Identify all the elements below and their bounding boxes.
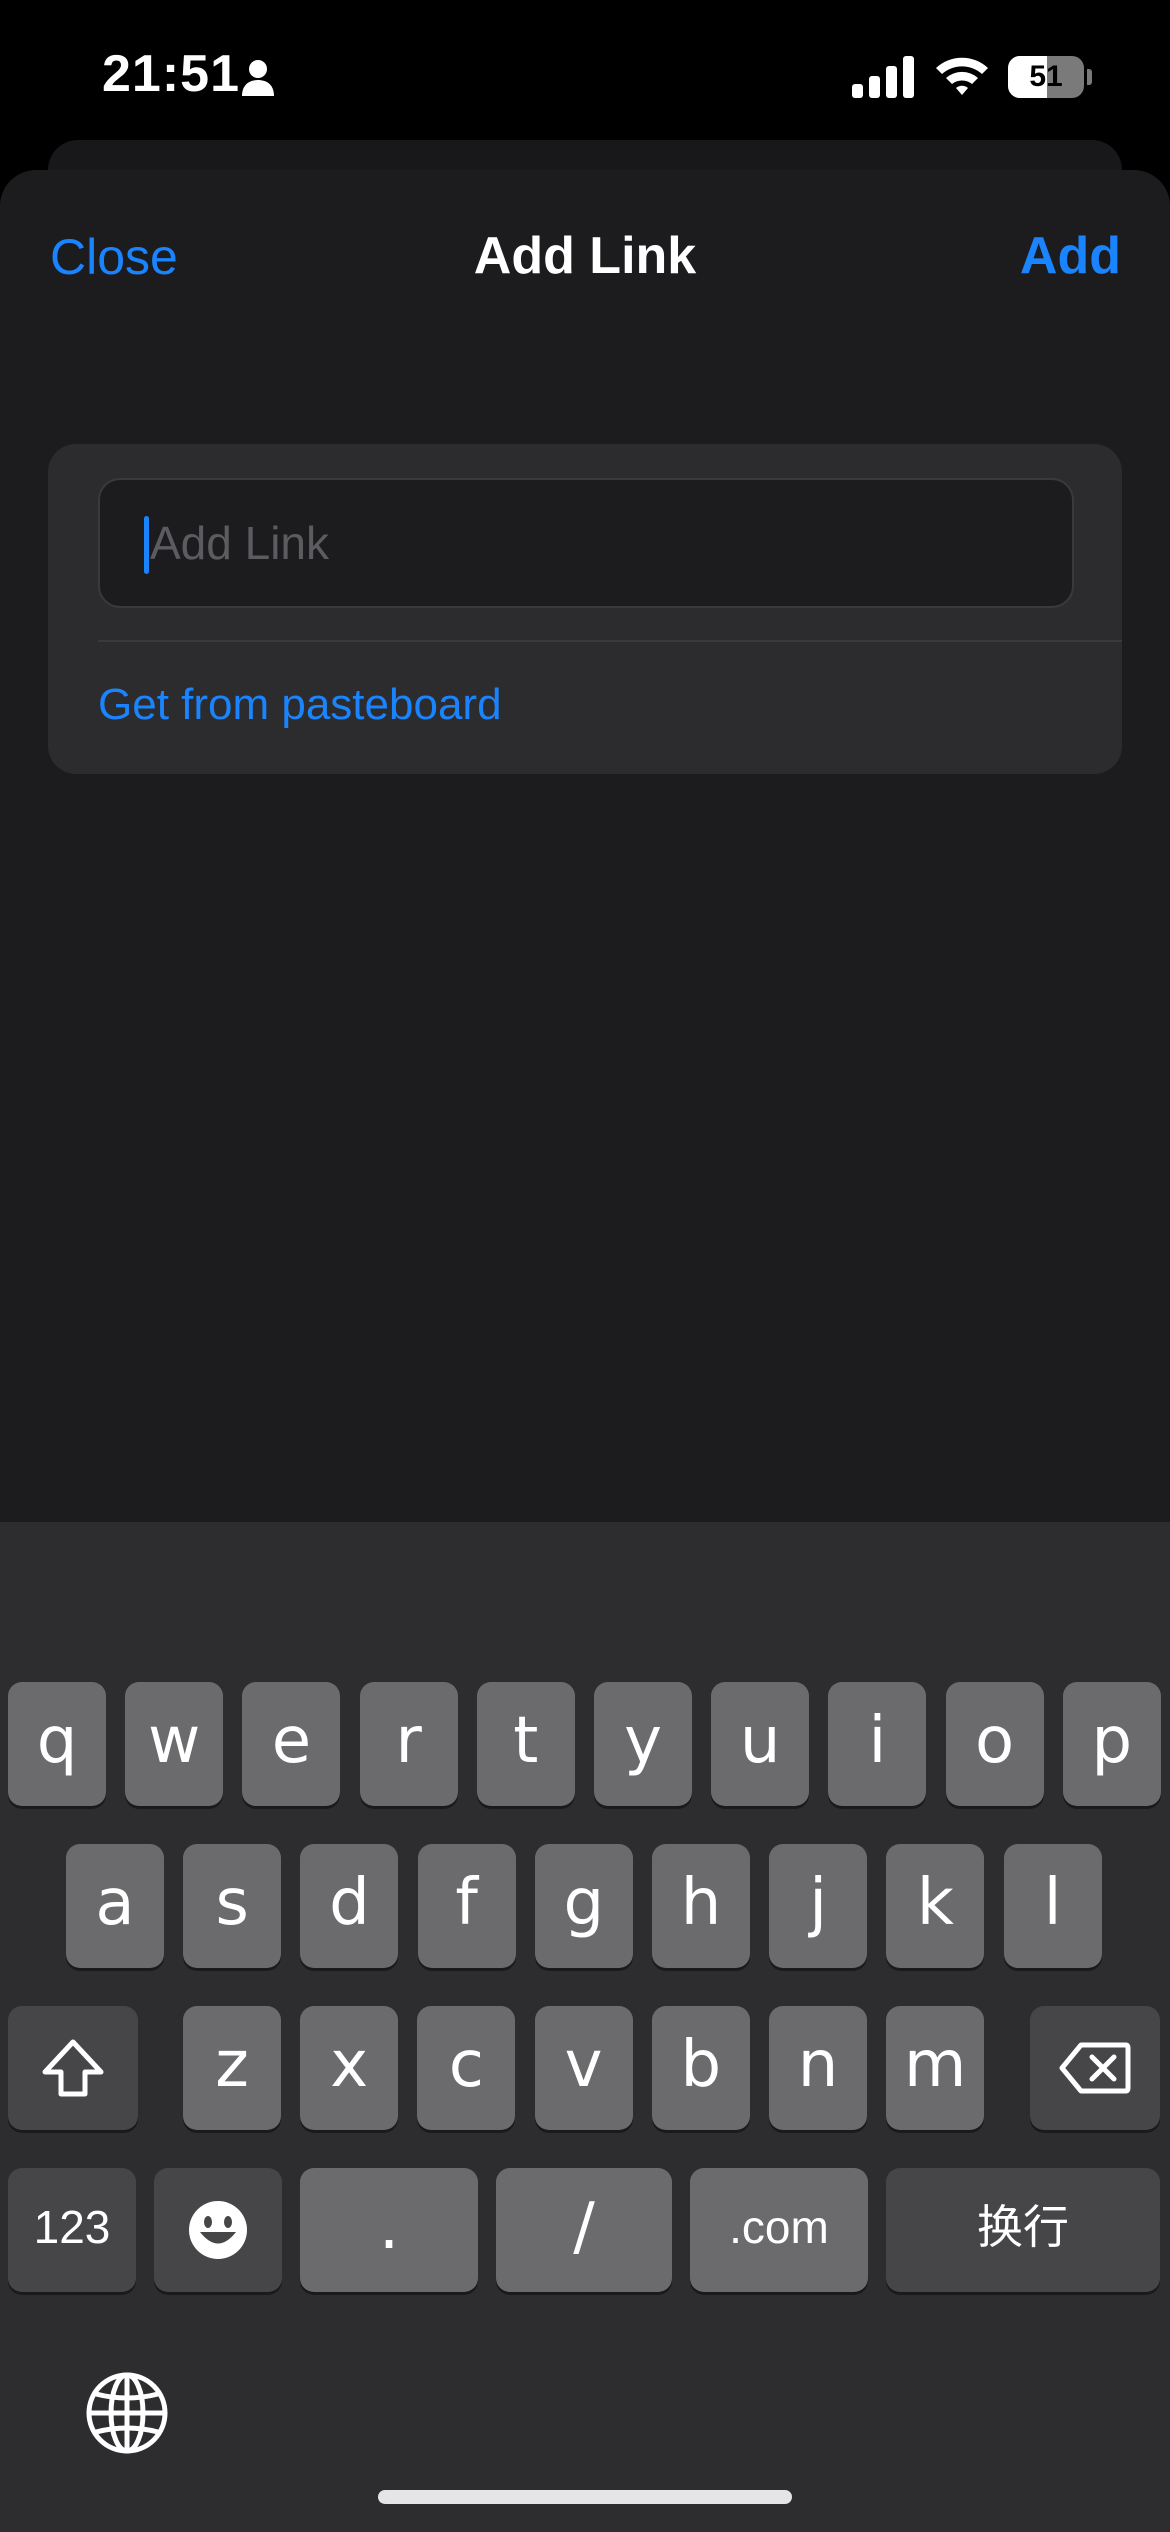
key-label: n [797, 2028, 839, 2102]
key-label: l [1043, 1866, 1062, 1940]
key-k[interactable]: k [886, 1844, 985, 1968]
delete-icon [1059, 2042, 1131, 2094]
key-label: y [624, 1704, 662, 1778]
key-label: f [455, 1866, 478, 1940]
key-q[interactable]: q [8, 1682, 106, 1806]
key-g[interactable]: g [534, 1844, 633, 1968]
key-w[interactable]: w [125, 1682, 224, 1806]
numbers-key[interactable]: 123 [8, 2168, 136, 2292]
wifi-icon [936, 57, 988, 95]
key-u[interactable]: u [711, 1682, 810, 1806]
key-c[interactable]: c [417, 2006, 516, 2130]
return-key-label: 换行 [977, 2200, 1069, 2254]
key-label: m [904, 2028, 967, 2102]
emoji-icon [189, 2201, 247, 2259]
key-b[interactable]: b [651, 2006, 750, 2130]
key-label: u [739, 1704, 781, 1778]
key-label: e [271, 1704, 312, 1778]
link-field[interactable] [98, 478, 1074, 608]
key-label: a [95, 1866, 135, 1940]
key-label: d [329, 1866, 370, 1940]
battery-icon: 51 [1008, 56, 1092, 98]
key-h[interactable]: h [652, 1844, 750, 1968]
nav-bar: Close Add Link Add [0, 170, 1170, 340]
key-label: r [395, 1704, 422, 1778]
key-label: k [916, 1866, 954, 1940]
status-time: 21:51 [102, 45, 240, 103]
link-form-card: Get from pasteboard [48, 444, 1122, 774]
key-x[interactable]: x [300, 2006, 399, 2130]
key-v[interactable]: v [534, 2006, 633, 2130]
dotcom-key[interactable]: .com [690, 2168, 868, 2292]
key-label: j [809, 1866, 828, 1940]
key-label: g [563, 1866, 605, 1940]
return-key[interactable]: 换行 [886, 2168, 1160, 2292]
key-o[interactable]: o [945, 1682, 1044, 1806]
shift-icon [42, 2039, 104, 2097]
key-e[interactable]: e [242, 1682, 341, 1806]
close-button[interactable]: Close [50, 228, 178, 286]
key-label: c [448, 2028, 484, 2102]
get-from-pasteboard-button[interactable]: Get from pasteboard [98, 680, 502, 730]
add-button[interactable]: Add [1020, 226, 1121, 286]
key-label: h [680, 1866, 722, 1940]
key-i[interactable]: i [828, 1682, 927, 1806]
slash-key-label: / [573, 2190, 595, 2264]
key-label: v [564, 2028, 603, 2102]
key-label: t [513, 1704, 539, 1778]
numbers-key-label: 123 [33, 2201, 111, 2253]
shift-key[interactable] [8, 2006, 138, 2130]
key-s[interactable]: s [183, 1844, 282, 1968]
cellular-signal-icon [852, 56, 914, 98]
battery-level: 51 [1029, 60, 1063, 93]
key-label: i [868, 1704, 887, 1778]
key-label: p [1091, 1704, 1133, 1778]
key-j[interactable]: j [769, 1844, 868, 1968]
key-y[interactable]: y [594, 1682, 692, 1806]
key-p[interactable]: p [1062, 1682, 1161, 1806]
link-input[interactable] [150, 480, 1050, 606]
key-label: o [975, 1704, 1015, 1778]
keyboard: qwe r t y u i o p a s d f g h j k l z x c v b nm 123 . / .co… [0, 1522, 1170, 2532]
key-l[interactable]: l [1003, 1844, 1102, 1968]
status-bar: 21:51 51 [0, 0, 1170, 150]
person-icon [242, 60, 274, 96]
home-indicator[interactable] [378, 2490, 792, 2504]
key-label: z [215, 2028, 249, 2102]
key-a[interactable]: a [66, 1844, 164, 1968]
key-f[interactable]: f [417, 1844, 516, 1968]
divider [98, 640, 1122, 642]
dotcom-key-label: .com [729, 2201, 829, 2253]
key-t[interactable]: t [476, 1682, 575, 1806]
key-r[interactable]: r [359, 1682, 458, 1806]
slash-key[interactable]: / [496, 2168, 672, 2292]
globe-icon[interactable] [84, 2370, 170, 2456]
key-label: q [36, 1704, 78, 1778]
key-d[interactable]: d [300, 1844, 399, 1968]
key-label: w [148, 1704, 201, 1778]
key-z[interactable]: z [183, 2006, 281, 2130]
key-label: s [215, 1866, 249, 1940]
period-key[interactable]: . [300, 2168, 478, 2292]
key-m[interactable]: m [886, 2006, 985, 2130]
emoji-key[interactable] [154, 2168, 282, 2292]
key-n[interactable]: n [769, 2006, 867, 2130]
key-label: x [330, 2028, 369, 2102]
text-caret [144, 516, 149, 574]
key-label: b [680, 2028, 722, 2102]
period-key-label: . [378, 2190, 400, 2264]
delete-key[interactable] [1030, 2006, 1160, 2130]
